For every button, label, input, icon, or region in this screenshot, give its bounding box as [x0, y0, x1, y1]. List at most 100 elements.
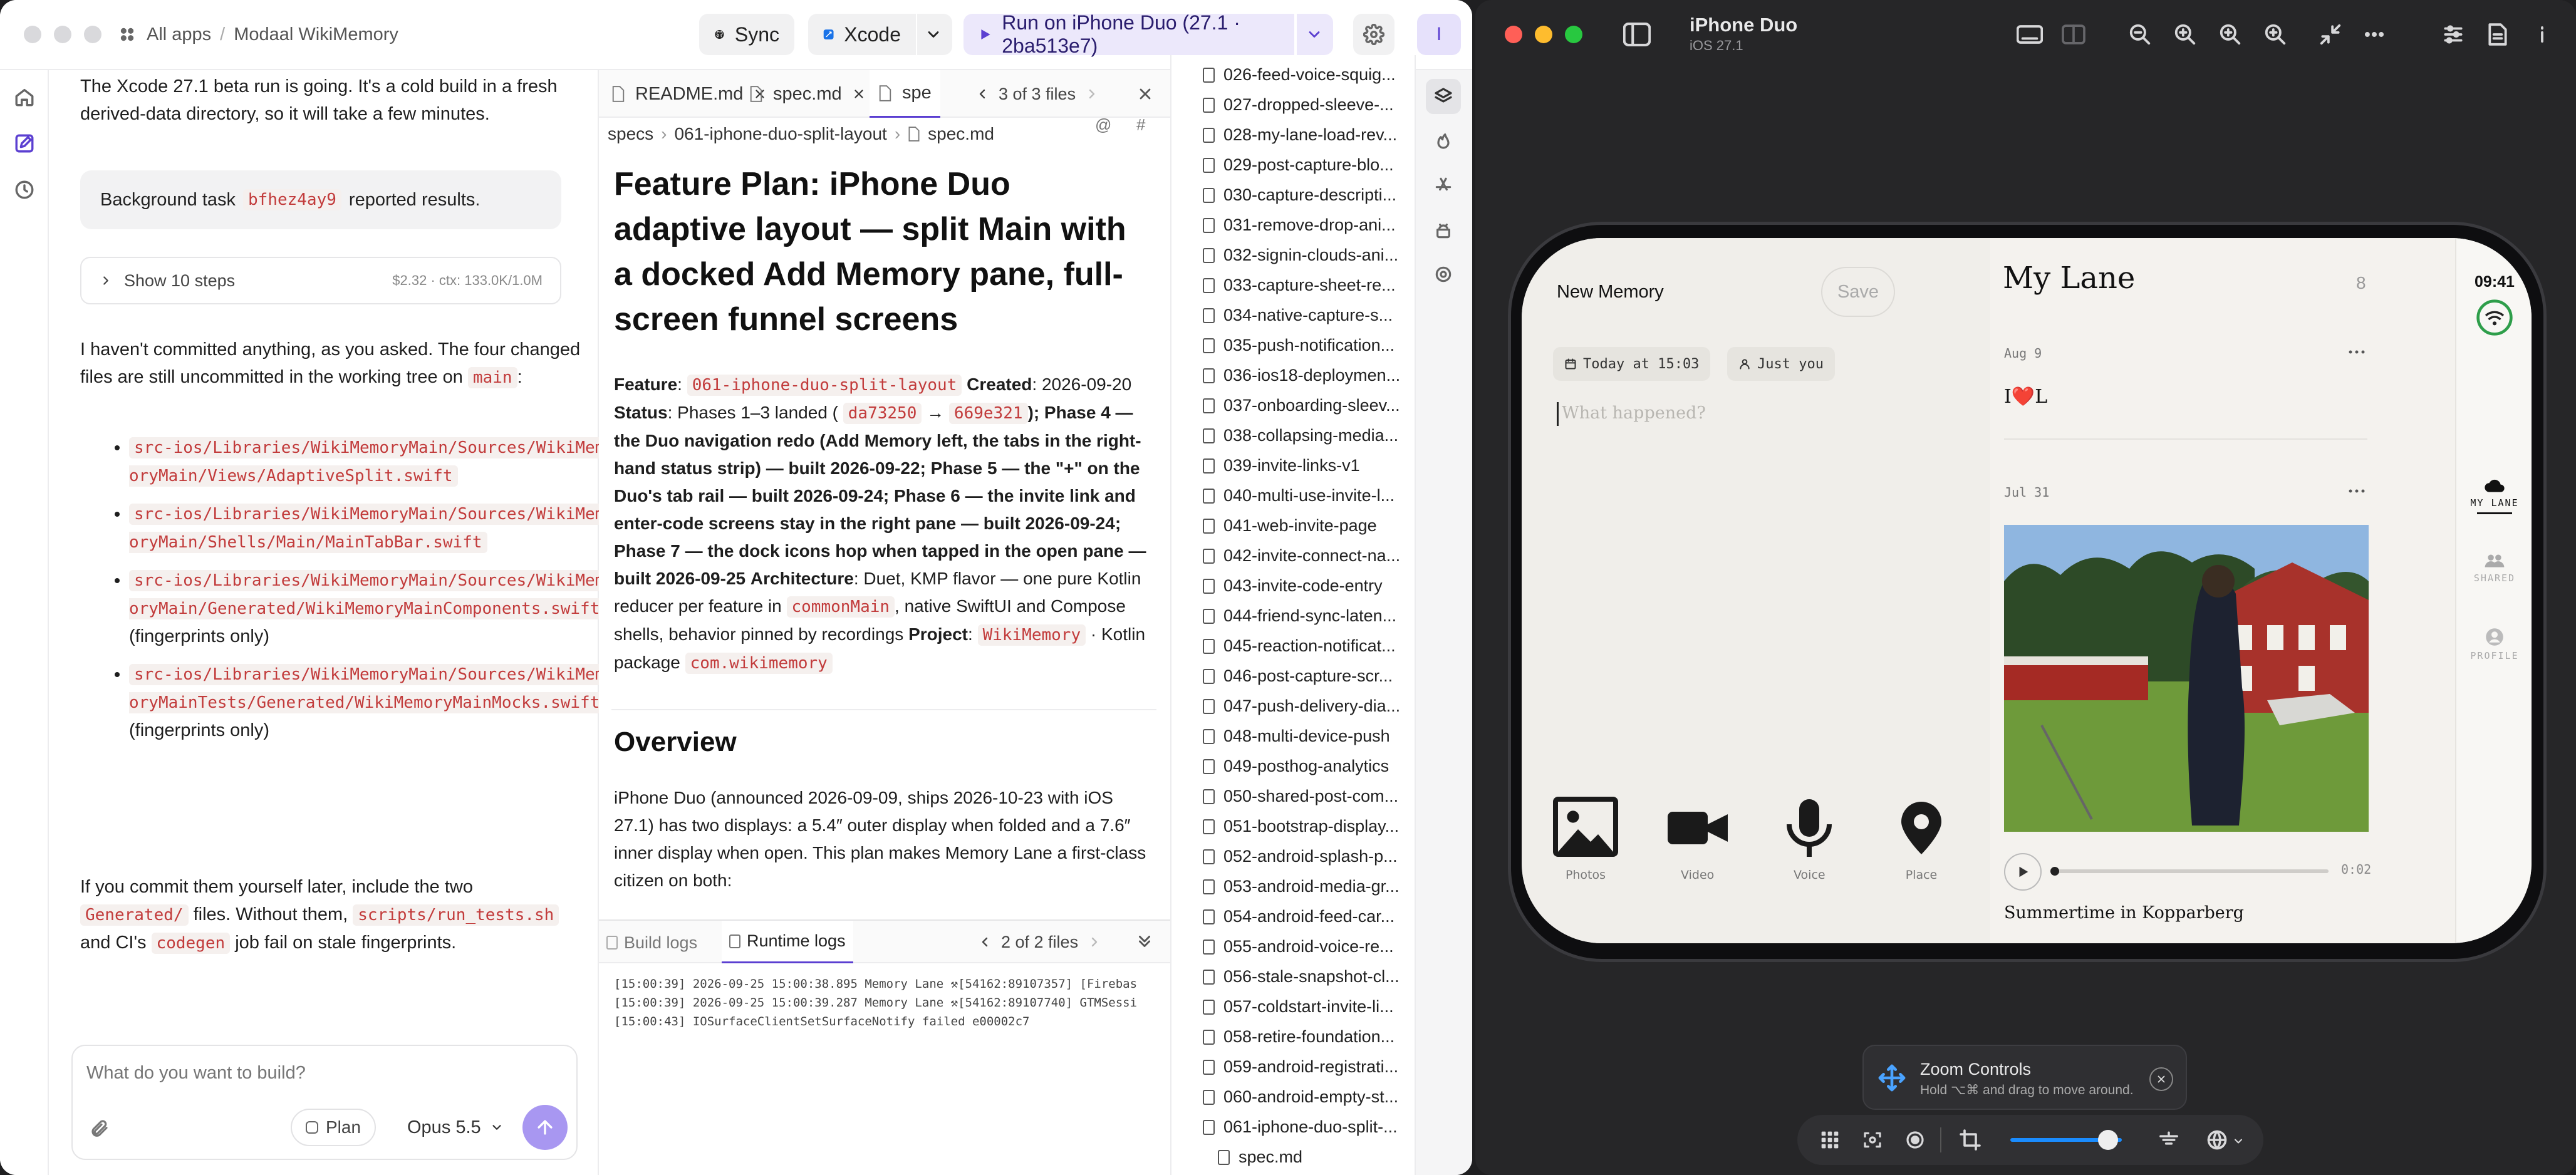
paperclip-icon[interactable] — [89, 1119, 109, 1139]
rail-item-shared[interactable]: SHARED — [2456, 552, 2532, 584]
spec-folder-item[interactable]: 046-post-capture-scr... — [1203, 666, 1393, 686]
run-menu-button[interactable] — [1297, 14, 1333, 55]
chevron-down-icon[interactable] — [2232, 1135, 2245, 1147]
all-apps-link[interactable]: All apps — [147, 24, 211, 45]
model-selector[interactable]: Opus 5.5 — [407, 1109, 504, 1146]
home-icon[interactable] — [14, 86, 35, 108]
xcode-button[interactable]: Xcode — [808, 14, 916, 55]
spec-folder-item[interactable]: 040-multi-use-invite-l... — [1203, 486, 1394, 505]
rail-item-profile[interactable]: PROFILE — [2456, 628, 2532, 661]
toast-close-button[interactable] — [2149, 1067, 2173, 1091]
spec-folder-item[interactable]: 054-android-feed-car... — [1203, 907, 1394, 926]
screenshot-icon[interactable] — [1862, 1130, 1883, 1150]
spec-folder-item[interactable]: 055-android-voice-re... — [1203, 937, 1394, 956]
document-icon[interactable] — [2486, 23, 2509, 46]
audio-play-button[interactable] — [2004, 853, 2042, 891]
crumb-file[interactable]: spec.md — [928, 124, 994, 144]
sync-button[interactable]: Sync — [699, 14, 794, 55]
close-window-button[interactable] — [1505, 26, 1522, 43]
zoom-window-button[interactable] — [1565, 26, 1582, 43]
spec-folder-item[interactable]: 039-invite-links-v1 — [1203, 456, 1360, 475]
crop-icon[interactable] — [1959, 1129, 1981, 1151]
prompt-input[interactable] — [86, 1057, 563, 1089]
keyboard-icon[interactable] — [2017, 24, 2043, 45]
close-icon[interactable] — [1136, 85, 1154, 103]
zoom-window-button[interactable] — [84, 26, 101, 43]
gear-icon[interactable] — [1433, 264, 1453, 284]
spec-folder-item[interactable]: 032-signin-clouds-ani... — [1203, 246, 1398, 265]
spec-folder-item[interactable]: 059-android-registrati... — [1203, 1057, 1398, 1077]
globe-icon[interactable] — [2206, 1129, 2228, 1151]
zoom-out-icon[interactable] — [2128, 23, 2152, 46]
spec-folder-item[interactable]: 061-iphone-duo-split-... — [1203, 1117, 1398, 1137]
close-window-button[interactable] — [24, 26, 41, 43]
audience-chip[interactable]: Just you — [1727, 347, 1835, 381]
more-icon[interactable] — [2347, 347, 2366, 357]
collapse-icon[interactable] — [1135, 932, 1154, 951]
more-icon[interactable] — [2362, 23, 2386, 46]
run-on-device-button[interactable]: Run on iPhone Duo (27.1 · 2ba513e7) — [963, 11, 1294, 57]
show-steps-toggle[interactable]: Show 10 steps $2.32 · ctx: 133.0K/1.0M — [80, 257, 561, 304]
zoom-fit-icon[interactable] — [2173, 23, 2197, 46]
spec-folder-item[interactable]: 052-android-splash-p... — [1203, 847, 1398, 866]
video-button[interactable]: Video — [1665, 795, 1730, 908]
photos-button[interactable]: Photos — [1553, 795, 1618, 908]
spec-folder-item[interactable]: 051-bootstrap-display... — [1203, 817, 1399, 836]
save-button[interactable]: Save — [1821, 267, 1895, 317]
spec-folder-item[interactable]: 038-collapsing-media... — [1203, 426, 1398, 445]
layers-icon[interactable] — [1433, 86, 1453, 106]
minimize-window-button[interactable] — [54, 26, 71, 43]
spec-folder-item[interactable]: 049-posthog-analytics — [1203, 757, 1389, 776]
spec-folder-item[interactable]: 028-my-lane-load-rev... — [1203, 125, 1397, 145]
minimize-window-button[interactable] — [1535, 26, 1552, 43]
spec-folder-item[interactable]: 037-onboarding-sleev... — [1203, 396, 1400, 415]
chevron-left-icon[interactable] — [975, 86, 990, 101]
spec-folder-item[interactable]: 026-feed-voice-squig... — [1203, 65, 1396, 85]
spec-folder-item[interactable]: 027-dropped-sleeve-... — [1203, 95, 1394, 115]
spec-file-item[interactable]: spec.md — [1218, 1147, 1302, 1167]
info-icon[interactable] — [2530, 23, 2554, 46]
voice-button[interactable]: Voice — [1777, 795, 1842, 908]
more-icon[interactable] — [2347, 486, 2366, 496]
chevron-right-icon[interactable] — [1084, 86, 1099, 101]
spec-folder-item[interactable]: 057-coldstart-invite-li... — [1203, 997, 1394, 1017]
place-button[interactable]: Place — [1889, 795, 1954, 908]
spec-folder-item[interactable]: 036-ios18-deploymen... — [1203, 366, 1400, 385]
record-icon[interactable] — [1905, 1130, 1925, 1150]
settings-button[interactable] — [1353, 14, 1394, 55]
fit-icon[interactable] — [2157, 1129, 2181, 1151]
spec-folder-item[interactable]: 042-invite-connect-na... — [1203, 546, 1400, 566]
flame-icon[interactable] — [1433, 130, 1453, 150]
spec-folder-item[interactable]: 035-push-notification... — [1203, 336, 1394, 355]
sliders-icon[interactable] — [2441, 23, 2465, 46]
spec-folder-item[interactable]: 056-stale-snapshot-cl... — [1203, 967, 1400, 986]
spec-folder-item[interactable]: 044-friend-sync-laten... — [1203, 606, 1396, 626]
spec-folder-item[interactable]: 053-android-media-gr... — [1203, 877, 1400, 896]
spec-folder-item[interactable]: 058-retire-foundation... — [1203, 1027, 1394, 1047]
crumb-folder[interactable]: 061-iphone-duo-split-layout — [674, 124, 886, 144]
spec-folder-item[interactable]: 033-capture-sheet-re... — [1203, 276, 1396, 295]
window-icon[interactable] — [2062, 24, 2085, 45]
audio-progress-track[interactable] — [2053, 869, 2329, 873]
zoom-slider-thumb[interactable] — [2097, 1130, 2118, 1150]
app-store-icon[interactable] — [1433, 175, 1453, 195]
plan-toggle[interactable]: Plan — [291, 1109, 377, 1146]
spec-folder-item[interactable]: 047-push-delivery-dia... — [1203, 696, 1400, 716]
crumb-specs[interactable]: specs — [608, 124, 653, 144]
rail-item-my-lane[interactable]: MY LANE — [2456, 479, 2532, 514]
chevron-right-icon[interactable] — [1087, 934, 1102, 950]
grid-icon[interactable] — [1820, 1130, 1840, 1150]
hash-icon[interactable]: # — [1136, 115, 1145, 135]
spec-folder-item[interactable]: 043-invite-code-entry — [1203, 576, 1383, 596]
tab-spec-active[interactable]: spe — [870, 70, 940, 118]
xcode-menu-button[interactable] — [917, 14, 952, 55]
tab-build-logs[interactable]: Build logs — [606, 928, 697, 957]
chevron-left-icon[interactable] — [977, 934, 992, 950]
date-chip[interactable]: Today at 15:03 — [1553, 347, 1711, 381]
spec-folder-item[interactable]: 050-shared-post-com... — [1203, 787, 1398, 806]
spec-folder-item[interactable]: 031-remove-drop-ani... — [1203, 215, 1396, 235]
spec-folder-item[interactable]: 045-reaction-notificat... — [1203, 636, 1396, 656]
user-avatar[interactable]: I — [1417, 14, 1461, 55]
spec-folder-item[interactable]: 030-capture-descripti... — [1203, 185, 1396, 205]
audio-progress-thumb[interactable] — [2050, 867, 2059, 876]
